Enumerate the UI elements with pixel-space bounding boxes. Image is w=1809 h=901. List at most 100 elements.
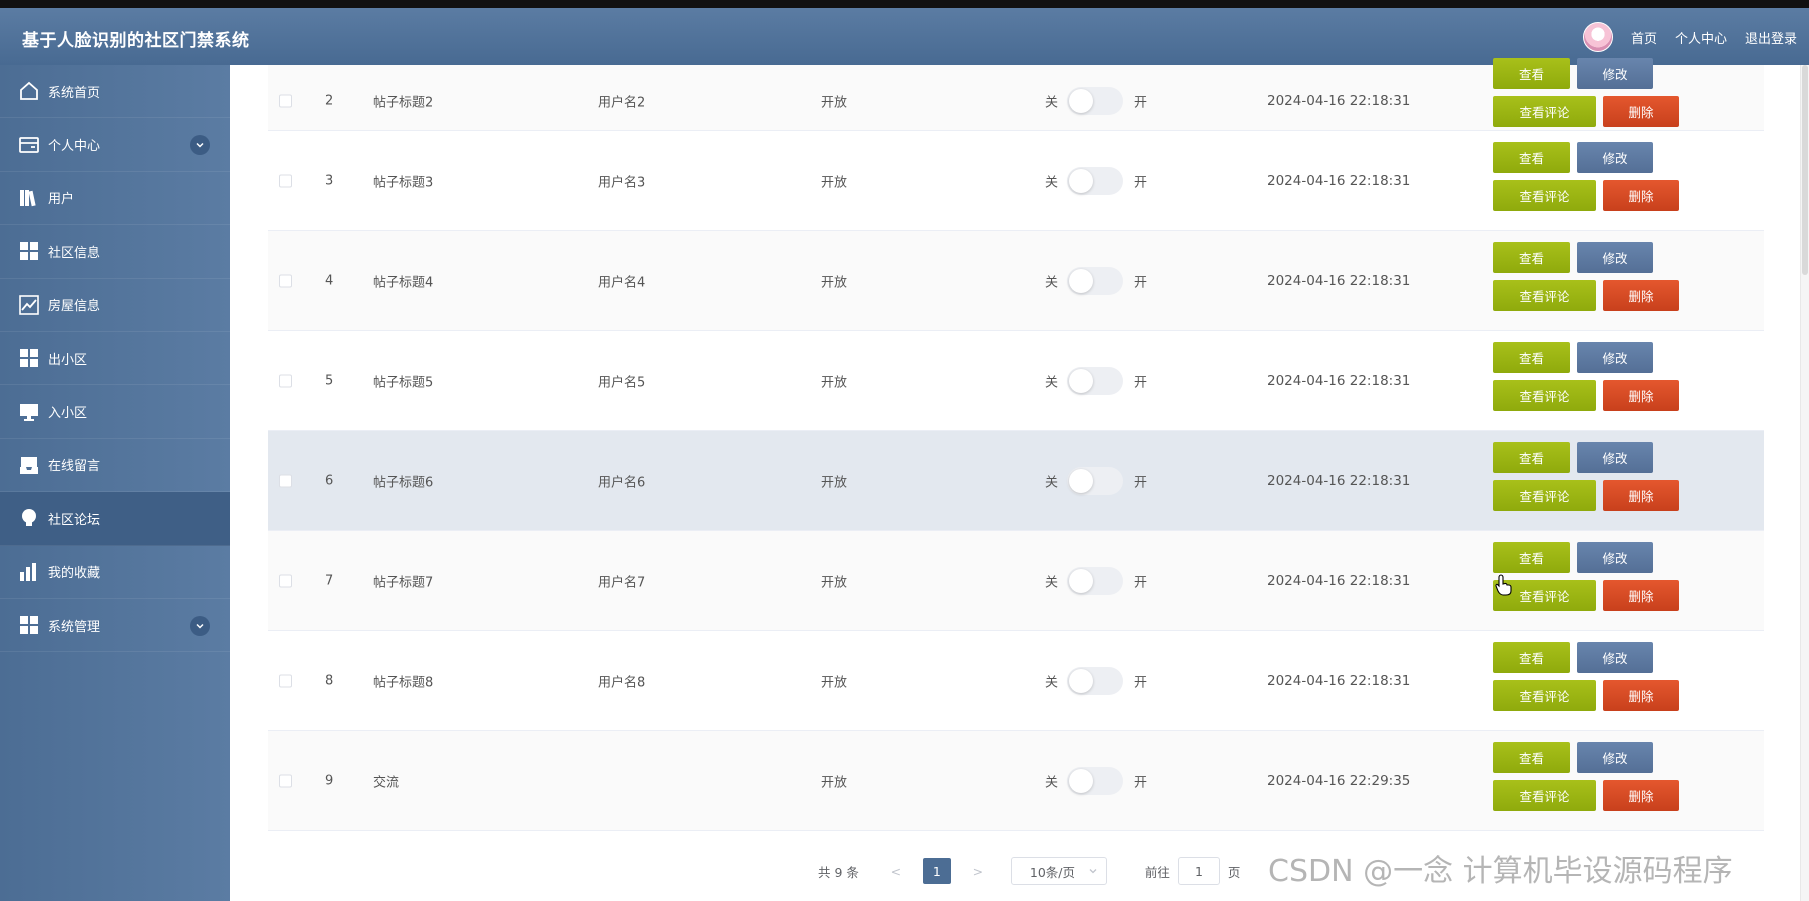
sidebar-item-exit-community[interactable]: 出小区 [0, 332, 230, 386]
table-row: 7 帖子标题7 用户名7 开放 关 开 2024-04-16 22:18:31 … [268, 531, 1764, 631]
chevron-down-icon[interactable] [190, 135, 210, 156]
edit-button[interactable]: 修改 [1577, 58, 1653, 89]
row-actions: 查看 修改 查看评论 删除 [1493, 441, 1693, 520]
top-toggle-switch[interactable] [1067, 366, 1123, 395]
view-comments-button[interactable]: 查看评论 [1493, 279, 1596, 311]
toggle-off-label: 关 [1045, 775, 1059, 790]
delete-button[interactable]: 删除 [1603, 479, 1679, 511]
edit-button[interactable]: 修改 [1577, 741, 1653, 773]
page-number-current[interactable]: 1 [922, 858, 951, 884]
delete-button[interactable]: 删除 [1603, 96, 1679, 127]
edit-button[interactable]: 修改 [1577, 441, 1653, 473]
nav-profile-link[interactable]: 个人中心 [1675, 28, 1727, 47]
row-index: 8 [325, 673, 334, 688]
view-comments-button[interactable]: 查看评论 [1493, 379, 1596, 411]
page-size-select[interactable]: 10条/页 [1010, 857, 1107, 885]
sidebar-item-label: 在线留言 [48, 459, 101, 475]
sidebar-item-community-info[interactable]: 社区信息 [0, 225, 230, 279]
delete-button[interactable]: 删除 [1603, 679, 1679, 711]
post-status: 开放 [821, 275, 848, 290]
top-toggle-switch[interactable] [1067, 666, 1123, 695]
row-checkbox[interactable] [279, 274, 292, 287]
view-button[interactable]: 查看 [1493, 641, 1570, 673]
view-button[interactable]: 查看 [1493, 741, 1570, 773]
row-actions: 查看 修改 查看评论 删除 [1493, 341, 1693, 420]
next-page-button[interactable]: > [965, 864, 991, 879]
toggle-off-label: 关 [1045, 175, 1059, 190]
row-index: 9 [325, 773, 334, 788]
toggle-off-label: 关 [1045, 675, 1059, 690]
view-button[interactable]: 查看 [1493, 541, 1570, 573]
row-checkbox[interactable] [279, 94, 292, 108]
view-button[interactable]: 查看 [1493, 341, 1570, 373]
delete-button[interactable]: 删除 [1603, 379, 1679, 411]
sidebar-item-house-info[interactable]: 房屋信息 [0, 279, 230, 332]
row-checkbox[interactable] [279, 474, 292, 487]
sidebar-item-home[interactable]: 系统首页 [0, 65, 230, 119]
post-time: 2024-04-16 22:29:35 [1267, 772, 1411, 789]
view-button[interactable]: 查看 [1493, 241, 1570, 273]
sidebar-item-community-forum[interactable]: 社区论坛 [0, 492, 230, 546]
vertical-scrollbar[interactable] [1800, 65, 1809, 901]
chevron-down-icon[interactable] [190, 615, 210, 636]
row-checkbox[interactable] [279, 374, 292, 387]
view-comments-button[interactable]: 查看评论 [1493, 679, 1596, 711]
view-comments-button[interactable]: 查看评论 [1493, 96, 1596, 127]
post-time: 2024-04-16 22:18:31 [1267, 272, 1411, 289]
toggle-on-label: 开 [1134, 375, 1148, 390]
user-avatar[interactable] [1582, 22, 1613, 52]
post-time: 2024-04-16 22:18:31 [1267, 372, 1411, 389]
nav-home-link[interactable]: 首页 [1631, 28, 1657, 47]
sidebar-item-users[interactable]: 用户 [0, 172, 230, 226]
view-button[interactable]: 查看 [1493, 141, 1570, 173]
sidebar-item-system-management[interactable]: 系统管理 [0, 599, 230, 653]
view-button[interactable]: 查看 [1493, 441, 1570, 473]
row-checkbox[interactable] [279, 674, 292, 687]
top-toggle-switch[interactable] [1067, 466, 1123, 495]
toggle-on-label: 开 [1134, 175, 1148, 190]
sidebar-item-enter-community[interactable]: 入小区 [0, 385, 230, 439]
nav-logout-link[interactable]: 退出登录 [1745, 28, 1797, 47]
view-comments-button[interactable]: 查看评论 [1493, 779, 1596, 811]
toggle-off-label: 关 [1045, 575, 1059, 590]
table-row: 9 交流 开放 关 开 2024-04-16 22:29:35 查看 修改 查看… [268, 731, 1764, 831]
top-toggle-switch[interactable] [1067, 766, 1123, 795]
row-actions: 查看 修改 查看评论 删除 [1493, 741, 1693, 820]
sidebar-item-online-message[interactable]: 在线留言 [0, 439, 230, 493]
post-title: 帖子标题7 [373, 575, 434, 590]
view-comments-button[interactable]: 查看评论 [1493, 479, 1596, 511]
view-button[interactable]: 查看 [1493, 58, 1570, 89]
prev-page-button[interactable]: < [883, 864, 909, 879]
edit-button[interactable]: 修改 [1577, 541, 1653, 573]
trend-chart-icon [18, 294, 40, 316]
goto-page-input[interactable] [1177, 857, 1220, 885]
post-status: 开放 [821, 95, 848, 111]
row-checkbox[interactable] [279, 174, 292, 187]
top-toggle-switch[interactable] [1067, 566, 1123, 595]
sidebar-item-label: 我的收藏 [48, 566, 101, 582]
post-username: 用户名4 [598, 275, 646, 290]
view-comments-button[interactable]: 查看评论 [1493, 179, 1596, 211]
edit-button[interactable]: 修改 [1577, 341, 1653, 373]
edit-button[interactable]: 修改 [1577, 641, 1653, 673]
row-checkbox[interactable] [279, 774, 292, 787]
delete-button[interactable]: 删除 [1603, 179, 1679, 211]
sidebar-item-favorites[interactable]: 我的收藏 [0, 546, 230, 599]
sidebar-item-label: 社区信息 [48, 245, 101, 261]
grid-icon [18, 347, 40, 369]
edit-button[interactable]: 修改 [1577, 141, 1653, 173]
top-toggle-switch[interactable] [1067, 266, 1123, 295]
delete-button[interactable]: 删除 [1603, 279, 1679, 311]
inbox-icon [18, 454, 40, 476]
sidebar-item-profile[interactable]: 个人中心 [0, 118, 230, 172]
row-checkbox[interactable] [279, 574, 292, 587]
top-toggle-switch[interactable] [1067, 87, 1123, 116]
delete-button[interactable]: 删除 [1603, 779, 1679, 811]
table-row: 6 帖子标题6 用户名6 开放 关 开 2024-04-16 22:18:31 … [268, 431, 1764, 531]
scrollbar-thumb[interactable] [1802, 65, 1808, 275]
table-row: 3 帖子标题3 用户名3 开放 关 开 2024-04-16 22:18:31 … [268, 131, 1764, 231]
post-time: 2024-04-16 22:18:31 [1267, 572, 1411, 589]
delete-button[interactable]: 删除 [1603, 579, 1679, 611]
edit-button[interactable]: 修改 [1577, 241, 1653, 273]
top-toggle-switch[interactable] [1067, 166, 1123, 195]
